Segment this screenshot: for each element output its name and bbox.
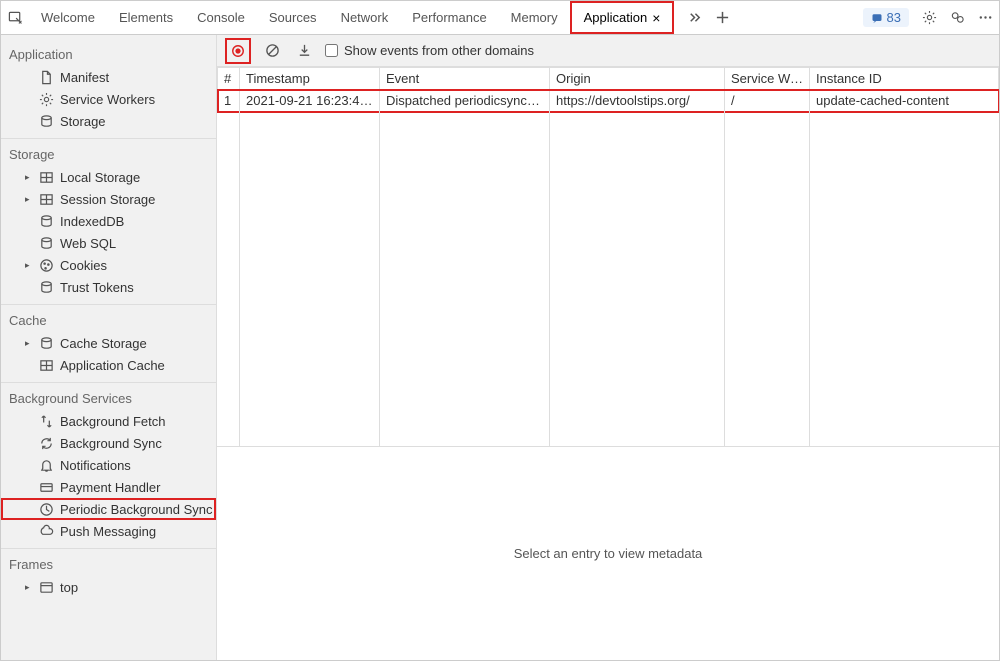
sidebar-item-bg-fetch[interactable]: Background Fetch [1, 410, 216, 432]
cell-origin: https://devtoolstips.org/ [550, 90, 725, 112]
col-sw[interactable]: Service Wo… [725, 68, 810, 90]
checkbox-label: Show events from other domains [344, 43, 534, 58]
sidebar-item-indexeddb[interactable]: IndexedDB [1, 210, 216, 232]
item-label: Trust Tokens [60, 280, 134, 295]
record-button[interactable] [225, 38, 251, 64]
tab-application[interactable]: Application × [570, 1, 675, 34]
item-label: Notifications [60, 458, 131, 473]
sidebar-item-cache-storage[interactable]: Cache Storage [1, 332, 216, 354]
item-label: Storage [60, 114, 106, 129]
tab-label: Console [197, 10, 245, 25]
sidebar-item-top-frame[interactable]: top [1, 576, 216, 598]
tab-network[interactable]: Network [329, 1, 401, 34]
item-label: Background Sync [60, 436, 162, 451]
col-timestamp[interactable]: Timestamp [240, 68, 380, 90]
checkbox-input[interactable] [325, 44, 338, 57]
tab-welcome[interactable]: Welcome [29, 1, 107, 34]
sidebar-item-bg-sync[interactable]: Background Sync [1, 432, 216, 454]
placeholder-text: Select an entry to view metadata [514, 546, 703, 561]
events-table: # Timestamp Event Origin Service Wo… Ins… [217, 67, 999, 447]
feedback-icon[interactable] [943, 4, 971, 32]
item-label: Periodic Background Sync [60, 502, 212, 517]
section-storage: Storage [1, 139, 216, 166]
item-label: IndexedDB [60, 214, 124, 229]
issues-badge[interactable]: 83 [863, 8, 909, 27]
col-event[interactable]: Event [380, 68, 550, 90]
table-row[interactable]: 1 2021-09-21 16:23:40… Dispatched period… [218, 90, 999, 112]
tab-performance[interactable]: Performance [400, 1, 498, 34]
tab-elements[interactable]: Elements [107, 1, 185, 34]
sidebar-item-cookies[interactable]: Cookies [1, 254, 216, 276]
more-icon[interactable] [971, 4, 999, 32]
sidebar-item-periodic-bg-sync[interactable]: Periodic Background Sync [1, 498, 216, 520]
section-frames: Frames [1, 549, 216, 576]
sidebar-item-app-cache[interactable]: Application Cache [1, 354, 216, 376]
sidebar-item-local-storage[interactable]: Local Storage [1, 166, 216, 188]
col-instance[interactable]: Instance ID [810, 68, 999, 90]
cell-timestamp: 2021-09-21 16:23:40… [240, 90, 380, 112]
tab-label: Network [341, 10, 389, 25]
item-label: Manifest [60, 70, 109, 85]
tab-label: Sources [269, 10, 317, 25]
tab-label: Application [584, 10, 648, 25]
item-label: Web SQL [60, 236, 116, 251]
table-header-row: # Timestamp Event Origin Service Wo… Ins… [218, 68, 999, 90]
col-origin[interactable]: Origin [550, 68, 725, 90]
item-label: Service Workers [60, 92, 155, 107]
sidebar: Application Manifest Service Workers Sto… [1, 35, 217, 660]
cell-sw: / [725, 90, 810, 112]
section-cache: Cache [1, 305, 216, 332]
section-application: Application [1, 39, 216, 66]
action-bar: Show events from other domains [217, 35, 999, 67]
more-tabs-icon[interactable] [680, 4, 708, 32]
section-bg: Background Services [1, 383, 216, 410]
close-icon[interactable]: × [652, 10, 660, 26]
add-tab-icon[interactable] [708, 4, 736, 32]
col-index[interactable]: # [218, 68, 240, 90]
item-label: Cache Storage [60, 336, 147, 351]
download-button[interactable] [293, 40, 315, 62]
clear-button[interactable] [261, 40, 283, 62]
sidebar-item-notifications[interactable]: Notifications [1, 454, 216, 476]
item-label: Payment Handler [60, 480, 160, 495]
sidebar-item-session-storage[interactable]: Session Storage [1, 188, 216, 210]
sidebar-item-service-workers[interactable]: Service Workers [1, 88, 216, 110]
tab-memory[interactable]: Memory [499, 1, 570, 34]
tab-label: Elements [119, 10, 173, 25]
tab-label: Performance [412, 10, 486, 25]
item-label: Push Messaging [60, 524, 156, 539]
main-toolbar: Welcome Elements Console Sources Network… [1, 1, 999, 35]
tab-console[interactable]: Console [185, 1, 257, 34]
tab-label: Welcome [41, 10, 95, 25]
item-label: Cookies [60, 258, 107, 273]
content-pane: Show events from other domains # Timesta… [217, 35, 999, 660]
cell-instance: update-cached-content [810, 90, 999, 112]
detail-placeholder: Select an entry to view metadata [217, 447, 999, 660]
sidebar-item-manifest[interactable]: Manifest [1, 66, 216, 88]
show-other-domains-checkbox[interactable]: Show events from other domains [325, 43, 534, 58]
tab-label: Memory [511, 10, 558, 25]
tab-sources[interactable]: Sources [257, 1, 329, 34]
item-label: top [60, 580, 78, 595]
cell-event: Dispatched periodicsync e… [380, 90, 550, 112]
sidebar-item-websql[interactable]: Web SQL [1, 232, 216, 254]
settings-icon[interactable] [915, 4, 943, 32]
item-label: Background Fetch [60, 414, 166, 429]
item-label: Application Cache [60, 358, 165, 373]
inspect-icon[interactable] [1, 4, 29, 32]
item-label: Local Storage [60, 170, 140, 185]
sidebar-item-storage[interactable]: Storage [1, 110, 216, 132]
sidebar-item-payment[interactable]: Payment Handler [1, 476, 216, 498]
issues-count: 83 [887, 10, 901, 25]
item-label: Session Storage [60, 192, 155, 207]
sidebar-item-push[interactable]: Push Messaging [1, 520, 216, 542]
cell-index: 1 [218, 90, 240, 112]
sidebar-item-trust-tokens[interactable]: Trust Tokens [1, 276, 216, 298]
